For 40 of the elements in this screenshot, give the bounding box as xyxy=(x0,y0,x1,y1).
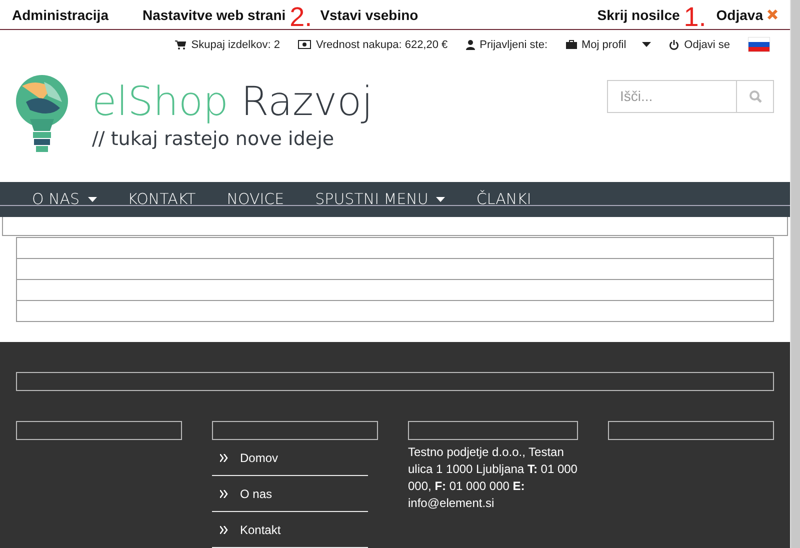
nav-menu-item[interactable]: ČLANKI xyxy=(476,190,532,208)
caret-icon xyxy=(88,196,97,202)
caret-icon xyxy=(642,42,652,48)
power-icon xyxy=(669,40,680,50)
contact-text: Testno podjetje d.o.o., Testan ulica 1 1000 Ljubljana T: 01 000 000, F: 01 000 000 E: info@element.si xyxy=(408,444,578,512)
scrollbar[interactable] xyxy=(790,0,800,548)
close-icon xyxy=(767,9,778,20)
footer-link[interactable]: Kontakt xyxy=(212,512,368,548)
search-button[interactable] xyxy=(737,80,774,113)
admin-menu-item[interactable]: Odjava xyxy=(716,6,778,22)
flag-icon[interactable] xyxy=(748,37,770,52)
cart-count: Skupaj izdelkov: 2 xyxy=(191,38,280,51)
annotation-number: 2. xyxy=(290,4,312,31)
nav-menu-item[interactable]: KONTAKT xyxy=(128,190,196,208)
caret-icon xyxy=(436,196,446,202)
logo-tagline: // tukaj rastejo nove ideje xyxy=(92,128,336,150)
cart-total: Vrednost nakupa: 622,20 € xyxy=(316,38,448,51)
double-chevron-icon xyxy=(220,490,228,498)
footer-link[interactable]: O nas xyxy=(212,476,368,512)
profile-menu[interactable]: Moj profil xyxy=(566,38,652,51)
annotation-number: 1. xyxy=(684,4,706,31)
money-icon xyxy=(298,40,311,50)
logout-link[interactable]: Odjavi se xyxy=(669,38,730,51)
search-icon xyxy=(748,90,762,103)
logo-wordmark: elShop Razvoj xyxy=(92,80,373,124)
login-status: Prijavljeni ste: xyxy=(480,38,548,51)
admin-menu-item[interactable]: Administracija xyxy=(12,6,108,22)
nav-menu-item[interactable]: O NAS xyxy=(32,190,97,208)
double-chevron-icon xyxy=(220,454,228,462)
search-field[interactable]: Išči... xyxy=(607,80,737,113)
user-icon xyxy=(466,40,475,50)
cart-icon xyxy=(175,40,186,50)
nav-menu-item[interactable]: NOVICE xyxy=(226,190,284,208)
admin-menu-item[interactable]: Nastavitve web strani xyxy=(142,6,286,22)
briefcase-icon xyxy=(566,40,577,50)
nav-menu-item[interactable]: SPUSTNI MENU xyxy=(315,190,446,208)
admin-menu-item[interactable]: Skrij nosilce xyxy=(597,6,680,22)
admin-menu-item[interactable]: Vstavi vsebino xyxy=(320,6,418,22)
footer-link[interactable]: Domov xyxy=(212,440,368,476)
double-chevron-icon xyxy=(220,526,228,534)
